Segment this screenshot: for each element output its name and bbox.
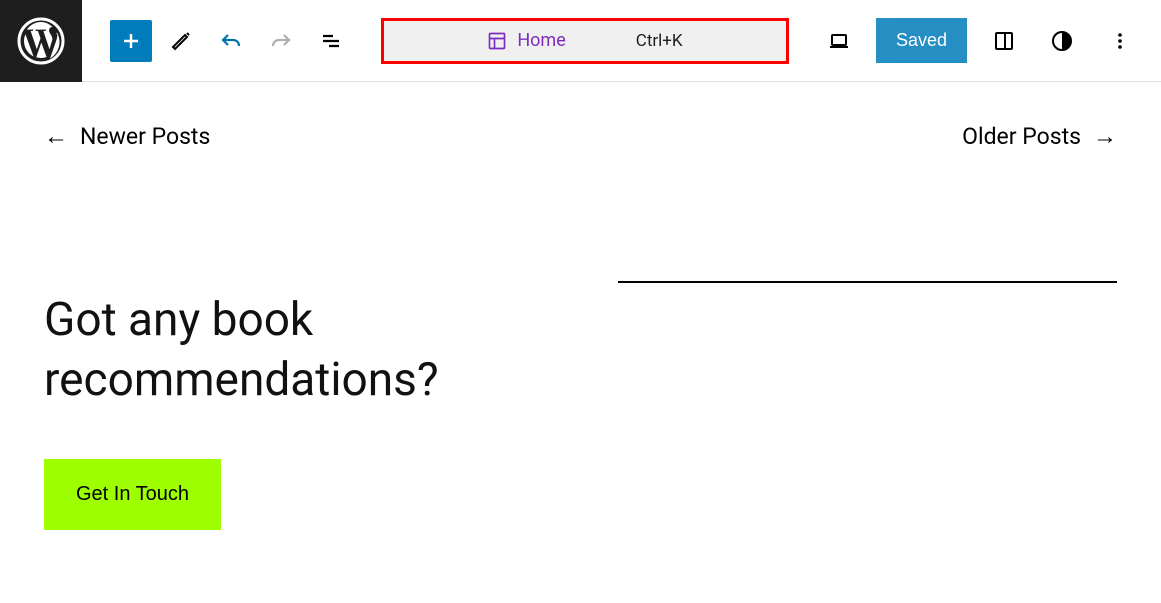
save-button[interactable]: Saved bbox=[876, 18, 967, 63]
older-posts-label: Older Posts bbox=[962, 123, 1081, 150]
toolbar-left-group bbox=[82, 20, 352, 62]
options-button[interactable] bbox=[1099, 20, 1141, 62]
editor-toolbar: Home Ctrl+K Saved bbox=[0, 0, 1161, 82]
columns-block[interactable]: Got any book recommendations? Get In Tou… bbox=[44, 291, 1117, 530]
cta-button[interactable]: Get In Touch bbox=[44, 459, 221, 530]
redo-button[interactable] bbox=[260, 20, 302, 62]
pencil-icon bbox=[169, 29, 193, 53]
document-bar-label: Home bbox=[517, 30, 565, 51]
document-bar-shortcut: Ctrl+K bbox=[636, 31, 683, 51]
styles-button[interactable] bbox=[1041, 20, 1083, 62]
add-block-button[interactable] bbox=[110, 20, 152, 62]
sidebar-icon bbox=[992, 29, 1016, 53]
toolbar-center: Home Ctrl+K bbox=[352, 18, 818, 64]
half-circle-icon bbox=[1050, 29, 1074, 53]
separator-block[interactable] bbox=[618, 281, 1117, 283]
undo-icon bbox=[219, 29, 243, 53]
wp-logo-button[interactable] bbox=[0, 0, 82, 82]
view-button[interactable] bbox=[818, 20, 860, 62]
editor-canvas[interactable]: ← Newer Posts Older Posts → Got any book… bbox=[0, 82, 1161, 570]
newer-posts-label: Newer Posts bbox=[80, 123, 210, 150]
toolbar-right-group: Saved bbox=[818, 18, 1161, 63]
list-view-icon bbox=[319, 29, 343, 53]
column-left[interactable]: Got any book recommendations? Get In Tou… bbox=[44, 291, 538, 530]
document-bar-content: Home Ctrl+K bbox=[487, 30, 682, 51]
laptop-icon bbox=[827, 29, 851, 53]
plus-icon bbox=[119, 29, 143, 53]
document-bar-button[interactable]: Home Ctrl+K bbox=[381, 18, 789, 64]
wordpress-icon bbox=[17, 17, 65, 65]
column-right[interactable] bbox=[618, 291, 1117, 530]
document-overview-button[interactable] bbox=[310, 20, 352, 62]
redo-icon bbox=[269, 29, 293, 53]
settings-button[interactable] bbox=[983, 20, 1025, 62]
arrow-right-icon: → bbox=[1093, 122, 1117, 151]
pagination-block[interactable]: ← Newer Posts Older Posts → bbox=[44, 122, 1117, 151]
headline[interactable]: Got any book recommendations? bbox=[44, 291, 538, 411]
more-vertical-icon bbox=[1108, 29, 1132, 53]
tools-button[interactable] bbox=[160, 20, 202, 62]
newer-posts-link[interactable]: ← Newer Posts bbox=[44, 122, 210, 151]
template-icon bbox=[487, 31, 507, 51]
undo-button[interactable] bbox=[210, 20, 252, 62]
older-posts-link[interactable]: Older Posts → bbox=[962, 122, 1117, 151]
arrow-left-icon: ← bbox=[44, 122, 68, 151]
